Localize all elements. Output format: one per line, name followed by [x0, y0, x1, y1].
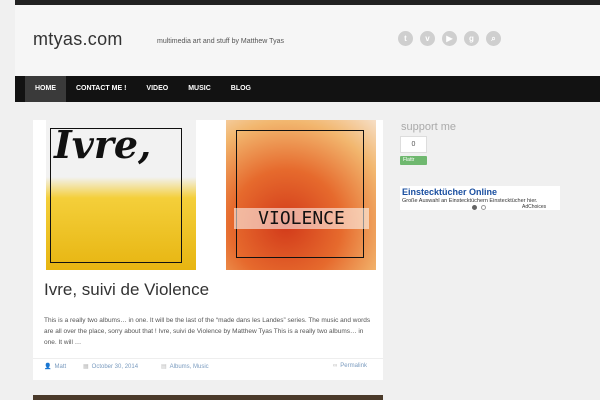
- nav-music[interactable]: MUSIC: [178, 76, 221, 102]
- flattr-button[interactable]: Flattr: [400, 156, 427, 165]
- flattr-count: 0: [400, 136, 427, 153]
- ad-choices[interactable]: AdChoices: [522, 204, 546, 210]
- thumbnail-frame: [236, 130, 364, 258]
- nav-home[interactable]: HOME: [25, 76, 66, 102]
- post-author-name[interactable]: Matt: [54, 364, 66, 370]
- twitter-icon[interactable]: t: [398, 31, 413, 46]
- vimeo-icon[interactable]: v: [420, 31, 435, 46]
- post-title[interactable]: Ivre, suivi de Violence: [44, 280, 209, 300]
- search-icon[interactable]: ⌕: [486, 31, 501, 46]
- ad-dot[interactable]: [481, 205, 486, 210]
- ad-pager: [472, 205, 486, 210]
- post-date[interactable]: ▦ October 30, 2014: [83, 363, 138, 370]
- thumbnail-text-violence: VIOLENCE: [234, 208, 369, 229]
- calendar-icon: ▦: [83, 364, 89, 370]
- support-title: support me: [401, 121, 457, 133]
- site-title[interactable]: mtyas.com: [33, 29, 123, 50]
- ad-dot[interactable]: [472, 205, 477, 210]
- nav-contact[interactable]: CONTACT ME !: [66, 76, 136, 102]
- ad-text: Große Auswahl an Einstecktüchern Einstec…: [402, 198, 538, 204]
- post-categories[interactable]: ▤ Albums, Music: [161, 363, 209, 370]
- nav-video[interactable]: VIDEO: [136, 76, 178, 102]
- site-header: mtyas.com multimedia art and stuff by Ma…: [15, 5, 600, 76]
- user-icon: 👤: [44, 364, 52, 370]
- post-excerpt: This is a really two albums… in one. It …: [44, 317, 371, 346]
- main-nav: HOME CONTACT ME ! VIDEO MUSIC BLOG: [15, 76, 600, 102]
- post-author[interactable]: 👤 Matt: [44, 363, 66, 370]
- post-divider: [33, 358, 383, 359]
- post-date-text[interactable]: October 30, 2014: [92, 364, 138, 370]
- site-tagline: multimedia art and stuff by Matthew Tyas: [157, 38, 284, 45]
- post-permalink-text[interactable]: Permalink: [340, 363, 367, 369]
- post-card: Ivre, VIOLENCE Ivre, suivi de Violence T…: [33, 120, 383, 380]
- thumbnail-text-ivre: Ivre,: [54, 122, 152, 167]
- nav-blog[interactable]: BLOG: [221, 76, 261, 102]
- post-thumbnail-ivre[interactable]: Ivre,: [46, 120, 196, 270]
- link-icon: ∞: [333, 363, 338, 369]
- post-categories-text[interactable]: Albums, Music: [170, 364, 209, 370]
- youtube-icon[interactable]: ▶: [442, 31, 457, 46]
- social-icons: t v ▶ g ⌕: [398, 31, 501, 46]
- post-permalink[interactable]: ∞ Permalink: [333, 363, 367, 369]
- folder-icon: ▤: [161, 364, 167, 370]
- ad-title[interactable]: Einstecktücher Online: [402, 187, 497, 197]
- next-post-thumbnail[interactable]: [33, 395, 383, 400]
- post-thumbnail-violence[interactable]: VIOLENCE: [226, 120, 376, 270]
- googleplus-icon[interactable]: g: [464, 31, 479, 46]
